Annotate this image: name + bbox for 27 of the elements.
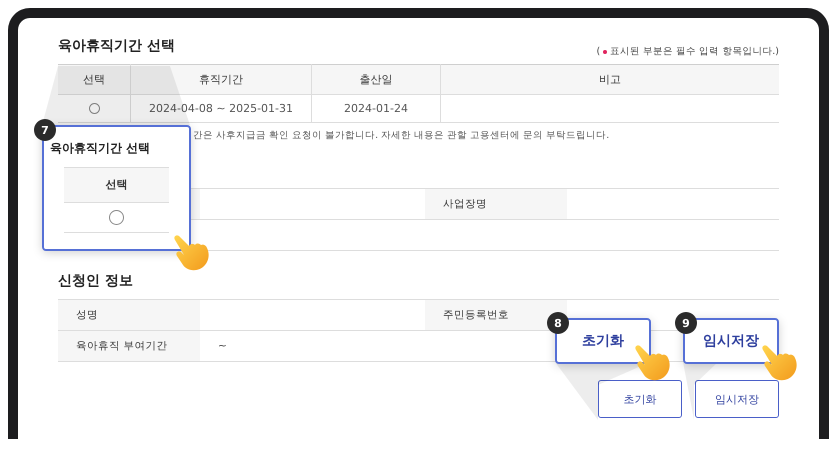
section-title: 육아휴직기간 선택 — [58, 37, 175, 56]
column-header: 비고 — [440, 64, 779, 94]
section-title: 신청인 정보 — [58, 272, 134, 291]
button[interactable]: 임시저장 — [695, 380, 779, 418]
radio-button[interactable] — [88, 103, 100, 114]
callout-title: 육아휴직기간 선택 — [50, 140, 152, 157]
step-badge: 7 — [34, 119, 56, 141]
note-text: ( — [596, 46, 600, 57]
radio-button[interactable] — [109, 210, 124, 225]
button[interactable]: 초기화 — [598, 380, 682, 418]
table-cell: 2024-04-08 ~ 2025-01-31 — [148, 102, 294, 115]
callout-label: 임시저장 — [703, 332, 759, 350]
table-cell: 2024-01-24 — [344, 102, 408, 115]
field-label: 주민등록번호 — [443, 309, 509, 321]
callout-shadow — [683, 362, 718, 420]
required-dot-icon — [603, 50, 608, 54]
column-header: 선택 — [58, 64, 130, 94]
notice-text: 간은 사후지급금 확인 요청이 불가합니다. 자세한 내용은 관할 고용센터에 문의 부탁드립니다. — [193, 130, 610, 141]
field-label: 육아휴직 부여기간 — [76, 340, 168, 352]
field-label: 사업장명 — [443, 198, 487, 210]
column-header: 선택 — [64, 168, 169, 203]
field-label: 성명 — [76, 309, 98, 321]
callout-label: 초기화 — [582, 332, 624, 350]
column-header: 출산일 — [312, 64, 440, 94]
field-value: ~ — [218, 340, 227, 352]
column-header: 휴직기간 — [130, 64, 312, 94]
note-text: 표시된 부분은 필수 입력 항목입니다.) — [610, 45, 779, 58]
